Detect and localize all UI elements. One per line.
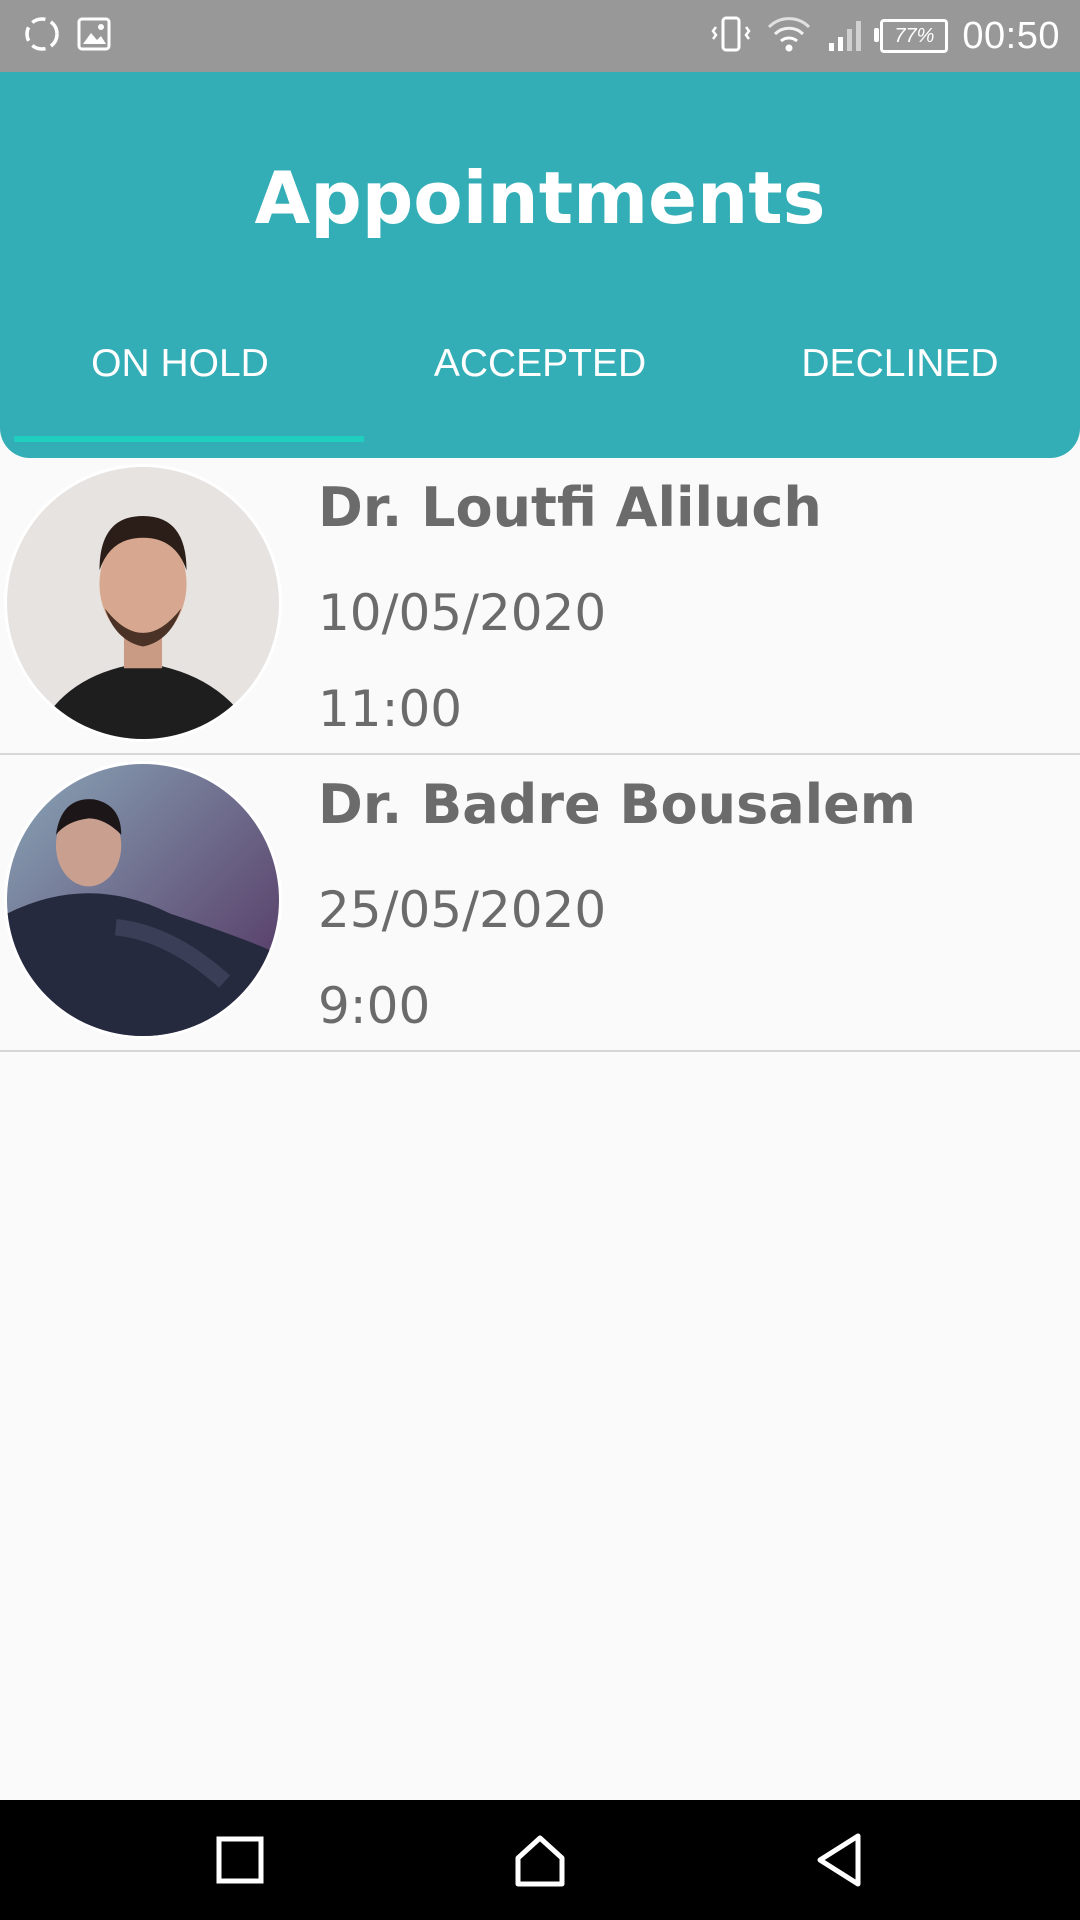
doctor-name: Dr. Badre Bousalem xyxy=(318,773,917,836)
battery-percent: 77% xyxy=(894,24,935,47)
avatar xyxy=(4,761,282,1039)
tab-bar: ON HOLD ACCEPTED DECLINED xyxy=(0,342,1080,430)
signal-icon xyxy=(826,13,866,59)
recents-icon[interactable] xyxy=(210,1830,270,1890)
doctor-name: Dr. Loutfi Aliluch xyxy=(318,476,822,539)
appointment-time: 11:00 xyxy=(318,680,463,738)
tab-accepted[interactable]: ACCEPTED xyxy=(360,342,720,430)
list-item[interactable]: Dr. Badre Bousalem 25/05/2020 9:00 xyxy=(0,755,1080,1052)
appointment-date: 25/05/2020 xyxy=(318,881,607,939)
clock: 00:50 xyxy=(962,14,1060,57)
home-icon[interactable] xyxy=(510,1830,570,1890)
appointment-time: 9:00 xyxy=(318,977,431,1035)
wifi-icon xyxy=(766,13,812,59)
page-title: Appointments xyxy=(254,156,826,240)
list-item[interactable]: Dr. Loutfi Aliluch 10/05/2020 11:00 xyxy=(0,458,1080,755)
tab-on-hold[interactable]: ON HOLD xyxy=(0,342,360,430)
battery-icon: 77% xyxy=(874,19,949,53)
tab-indicator xyxy=(14,436,364,442)
navigation-bar xyxy=(0,1800,1080,1920)
appointment-date: 10/05/2020 xyxy=(318,584,607,642)
back-icon[interactable] xyxy=(810,1830,870,1890)
avatar xyxy=(4,464,282,742)
sync-icon xyxy=(22,14,62,58)
app-header: Appointments ON HOLD ACCEPTED DECLINED xyxy=(0,72,1080,458)
tab-declined[interactable]: DECLINED xyxy=(720,342,1080,430)
vibrate-icon xyxy=(710,13,752,59)
appointment-list: Dr. Loutfi Aliluch 10/05/2020 11:00 Dr. … xyxy=(0,458,1080,1052)
image-icon xyxy=(74,14,114,58)
status-bar: 77% 00:50 xyxy=(0,0,1080,72)
